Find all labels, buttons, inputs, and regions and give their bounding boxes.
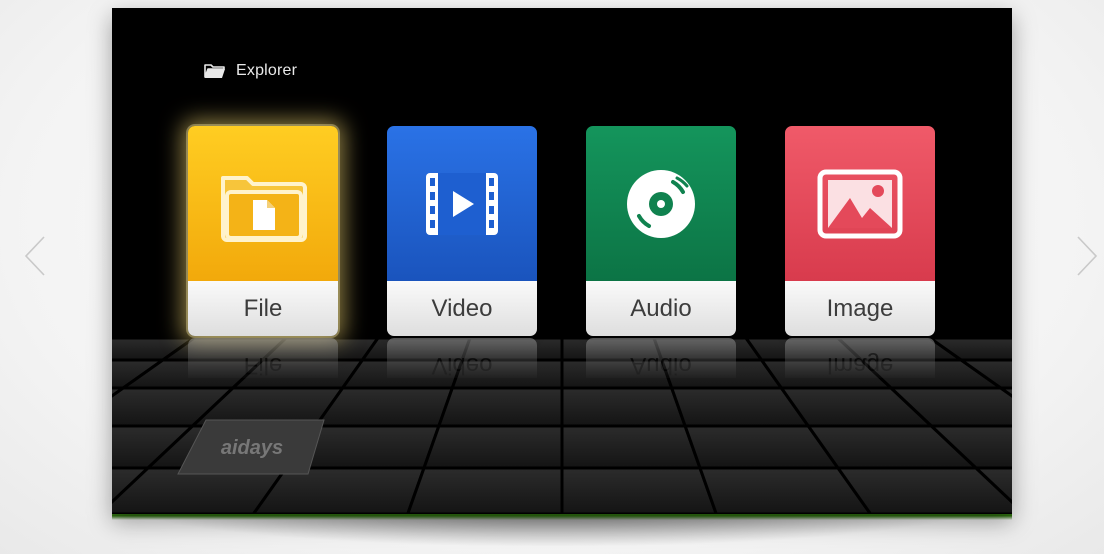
disc-icon xyxy=(627,169,695,238)
reflection-label: Image xyxy=(826,352,894,379)
floor-tile xyxy=(560,424,703,470)
chevron-left-icon xyxy=(24,236,45,276)
tile-audio-reflection: Audio xyxy=(586,338,736,378)
tile-video-reflection: Video xyxy=(387,338,537,378)
chevron-right-icon xyxy=(1077,236,1098,276)
tile-label: Audio xyxy=(630,294,692,322)
film-play-icon xyxy=(426,172,498,235)
file-folder-icon xyxy=(221,175,307,242)
tile-label: Video xyxy=(431,294,493,322)
floor-tile xyxy=(560,386,688,428)
tile-image-reflection: Image xyxy=(785,338,935,378)
tile-label: File xyxy=(243,294,283,322)
tile-video[interactable]: Video xyxy=(387,126,537,336)
floor-tile xyxy=(406,466,564,514)
tile-file-caption: File xyxy=(188,281,338,336)
tile-label: Image xyxy=(826,294,894,322)
tile-audio[interactable]: Audio xyxy=(586,126,736,336)
brand-logo: aidays xyxy=(177,419,325,475)
tile-image-face xyxy=(785,126,935,281)
floor-tile xyxy=(436,386,564,428)
tile-image[interactable]: Image xyxy=(785,126,935,336)
floor-tile xyxy=(560,466,718,514)
brand-logo-text: aidays xyxy=(221,437,283,459)
reflection-label: Video xyxy=(431,352,493,379)
tile-file[interactable]: File xyxy=(188,126,338,336)
tile-image-caption: Image xyxy=(785,281,935,336)
picture-icon xyxy=(817,169,903,238)
tile-audio-face xyxy=(586,126,736,281)
folder-icon xyxy=(204,64,225,78)
reflection-label: Audio xyxy=(630,352,692,379)
page-title: Explorer xyxy=(236,62,298,79)
breadcrumb: Explorer xyxy=(204,62,297,80)
tile-file-reflection: File xyxy=(188,338,338,378)
tile-video-face xyxy=(387,126,537,281)
reflection-label: File xyxy=(243,352,283,379)
tile-audio-caption: Audio xyxy=(586,281,736,336)
tile-file-face xyxy=(188,126,338,281)
tv-screen: Explorer File Video Audio Image File Vid… xyxy=(112,8,1012,514)
next-arrow[interactable] xyxy=(1074,234,1100,278)
tile-video-caption: Video xyxy=(387,281,537,336)
floor-tile xyxy=(421,424,564,470)
previous-arrow[interactable] xyxy=(22,234,48,278)
